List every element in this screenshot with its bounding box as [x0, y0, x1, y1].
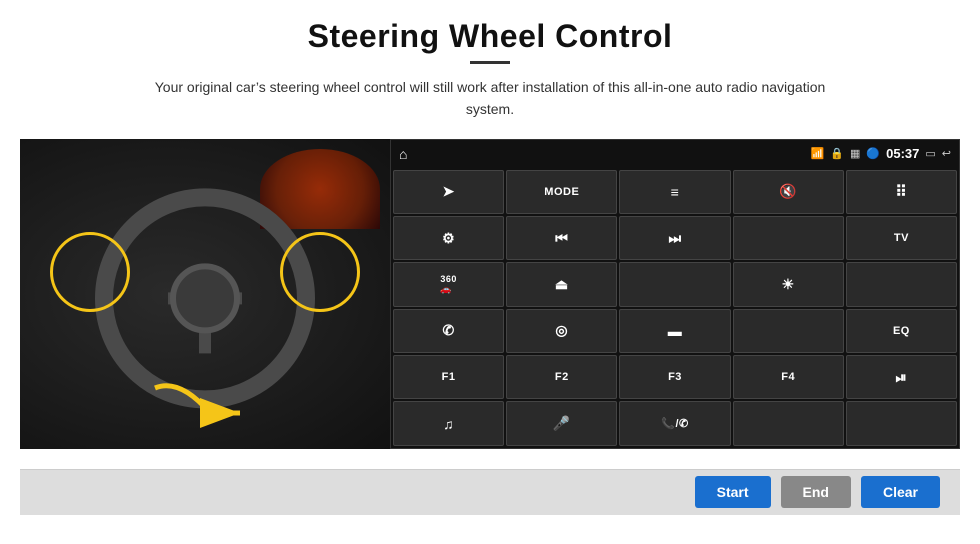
btn-browser[interactable]: ◎ — [506, 309, 617, 353]
btn-list[interactable]: ≡ — [619, 170, 730, 214]
btn-radio[interactable] — [619, 262, 730, 306]
home-status-icon: ⌂ — [399, 146, 407, 162]
btn-f2[interactable]: F1 — [393, 355, 504, 399]
status-bar: ⌂ 📶 🔒 ▦ 🔵 05:37 ▭ ↩ — [391, 140, 959, 168]
steering-wheel-center — [170, 263, 240, 333]
page-title: Steering Wheel Control — [308, 18, 673, 55]
btn-dvd[interactable] — [846, 262, 957, 306]
btn-f4[interactable]: F3 — [619, 355, 730, 399]
btn-phone[interactable]: ✆ — [393, 309, 504, 353]
btn-window[interactable]: ▬ — [619, 309, 730, 353]
start-button[interactable]: Start — [695, 476, 771, 508]
btn-brightness[interactable]: ☀ — [733, 262, 844, 306]
btn-f5[interactable]: F4 — [733, 355, 844, 399]
cast-icon: ▭ — [925, 147, 935, 160]
back-icon: ↩ — [942, 147, 951, 160]
btn-f1[interactable]: EQ — [846, 309, 957, 353]
btn-mic[interactable]: 🎤 — [506, 401, 617, 445]
content-area: ⌂ 📶 🔒 ▦ 🔵 05:37 ▭ ↩ ➤ MODE ≡ 🔇 ⠿ — [20, 139, 960, 469]
btn-navigate[interactable]: ➤ — [393, 170, 504, 214]
btn-360cam[interactable]: 360🚗 — [393, 262, 504, 306]
btn-blank2 — [846, 401, 957, 445]
sim-icon: ▦ — [850, 147, 860, 160]
btn-apps[interactable]: ⠿ — [846, 170, 957, 214]
btn-music[interactable]: ♫ — [393, 401, 504, 445]
btn-settings[interactable]: ⚙ — [393, 216, 504, 260]
btn-playpause[interactable]: ⏯ — [846, 355, 957, 399]
yellow-arrow — [150, 373, 250, 433]
btn-prev[interactable]: ⏮ — [506, 216, 617, 260]
clear-button[interactable]: Clear — [861, 476, 940, 508]
headunit-display: ⌂ 📶 🔒 ▦ 🔵 05:37 ▭ ↩ ➤ MODE ≡ 🔇 ⠿ — [390, 139, 960, 449]
btn-blank1 — [733, 401, 844, 445]
bluetooth-icon: 🔵 — [866, 147, 880, 160]
btn-tv[interactable] — [733, 216, 844, 260]
control-grid: ➤ MODE ≡ 🔇 ⠿ ⚙ ⏮ ⏭ TV 360🚗 ⏏ ☀ ✆ ◎ — [391, 168, 959, 448]
end-button[interactable]: End — [781, 476, 851, 508]
title-divider — [470, 61, 510, 64]
page-subtitle: Your original car’s steering wheel contr… — [140, 76, 840, 121]
lock-icon: 🔒 — [830, 147, 844, 160]
car-image — [20, 139, 390, 449]
page: Steering Wheel Control Your original car… — [0, 0, 980, 544]
btn-eq[interactable] — [733, 309, 844, 353]
btn-f3[interactable]: F2 — [506, 355, 617, 399]
btn-phone-call[interactable]: 📞/✆ — [619, 401, 730, 445]
btn-mute[interactable]: 🔇 — [733, 170, 844, 214]
highlight-right — [280, 232, 360, 312]
btn-eject[interactable]: ⏏ — [506, 262, 617, 306]
highlight-left — [50, 232, 130, 312]
btn-mode[interactable]: MODE — [506, 170, 617, 214]
btn-media[interactable]: TV — [846, 216, 957, 260]
clock-display: 05:37 — [886, 146, 919, 161]
wifi-icon: 📶 — [811, 147, 825, 160]
btn-next[interactable]: ⏭ — [619, 216, 730, 260]
bottom-bar: Start End Clear — [20, 469, 960, 515]
